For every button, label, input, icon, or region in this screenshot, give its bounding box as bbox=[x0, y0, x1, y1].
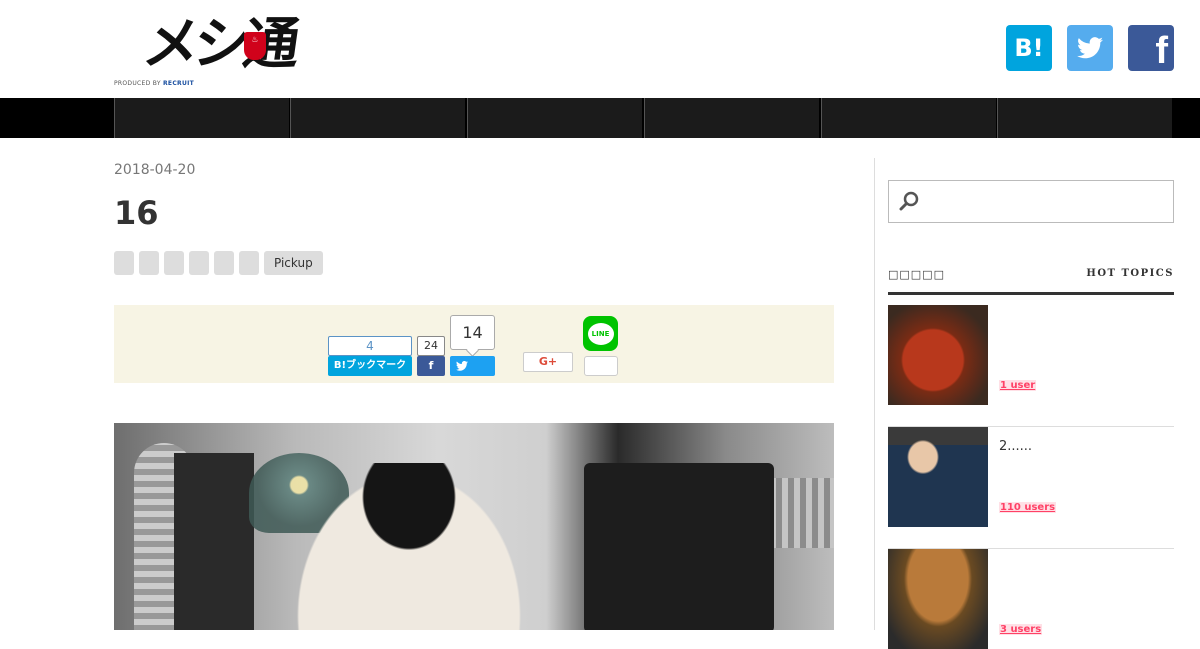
tag[interactable] bbox=[139, 251, 159, 275]
share-buttons: 4 B!ブックマーク 24 f 14 G+ LINE bbox=[114, 305, 834, 383]
sidebar: □□□□□ HOT TOPICS 1 user 2...... 110 user… bbox=[888, 138, 1174, 649]
search-input[interactable] bbox=[927, 187, 1167, 217]
line-icon: LINE bbox=[587, 322, 614, 345]
hot-topics-title-jp: □□□□□ bbox=[888, 268, 945, 281]
search-icon bbox=[899, 191, 919, 211]
hatena-bookmark-button[interactable]: B!ブックマーク bbox=[328, 356, 412, 376]
facebook-icon: f bbox=[428, 359, 434, 372]
nav-item[interactable] bbox=[290, 98, 465, 138]
hot-topic-item[interactable]: 2...... 110 users bbox=[888, 427, 1174, 549]
article-hero-image bbox=[114, 423, 834, 630]
nav-item[interactable] bbox=[821, 98, 996, 138]
twitter-icon bbox=[456, 360, 468, 371]
facebook-share-button[interactable]: f bbox=[417, 356, 445, 376]
nav-item[interactable] bbox=[114, 98, 289, 138]
site-header: メシ通 ♨ PRODUCED BY RECRUIT B! f bbox=[0, 0, 1200, 98]
topic-thumbnail[interactable] bbox=[888, 427, 988, 527]
topic-users-badge[interactable]: 110 users bbox=[999, 502, 1057, 513]
tag[interactable] bbox=[189, 251, 209, 275]
facebook-share-count: 24 bbox=[417, 336, 445, 356]
nav-item[interactable] bbox=[644, 98, 819, 138]
sidebar-divider bbox=[874, 158, 875, 630]
ramen-bowl-icon: ♨ bbox=[244, 32, 266, 60]
hatena-bookmark-icon[interactable]: B! bbox=[1006, 25, 1052, 71]
line-share-count bbox=[584, 356, 618, 376]
topic-title[interactable]: 2...... bbox=[999, 439, 1032, 454]
nav-item[interactable] bbox=[467, 98, 642, 138]
tag[interactable] bbox=[239, 251, 259, 275]
topic-thumbnail[interactable] bbox=[888, 549, 988, 649]
article-date: 2018-04-20 bbox=[114, 162, 196, 178]
facebook-icon[interactable]: f bbox=[1128, 25, 1174, 71]
googleplus-share-button[interactable]: G+ bbox=[523, 352, 573, 372]
topic-thumbnail[interactable] bbox=[888, 305, 988, 405]
hot-topic-item[interactable]: 3 users bbox=[888, 549, 1174, 649]
tag[interactable] bbox=[114, 251, 134, 275]
twitter-share-count: 14 bbox=[450, 315, 495, 350]
hot-topics-header: □□□□□ HOT TOPICS bbox=[888, 268, 1174, 295]
tag[interactable] bbox=[214, 251, 234, 275]
hot-topic-item[interactable]: 1 user bbox=[888, 305, 1174, 427]
article: 2018-04-20 16 Pickup 4 B!ブックマーク 24 f 14 … bbox=[114, 138, 834, 630]
site-logo[interactable]: メシ通 ♨ PRODUCED BY RECRUIT bbox=[114, 8, 298, 90]
nav-item[interactable] bbox=[997, 98, 1172, 138]
tag-pickup[interactable]: Pickup bbox=[264, 251, 323, 275]
article-title: 16 bbox=[114, 194, 159, 232]
tag[interactable] bbox=[164, 251, 184, 275]
tag-list: Pickup bbox=[114, 251, 323, 275]
hot-topics-title-en: HOT TOPICS bbox=[1086, 268, 1174, 279]
hatena-bookmark-count: 4 bbox=[328, 336, 412, 356]
logo-produced-by: PRODUCED BY RECRUIT bbox=[114, 80, 195, 87]
topic-users-badge[interactable]: 1 user bbox=[999, 380, 1037, 391]
twitter-icon[interactable] bbox=[1067, 25, 1113, 71]
line-share-button[interactable]: LINE bbox=[583, 316, 618, 351]
global-nav bbox=[0, 98, 1200, 138]
search-box[interactable] bbox=[888, 180, 1174, 223]
twitter-share-button[interactable] bbox=[450, 356, 495, 376]
